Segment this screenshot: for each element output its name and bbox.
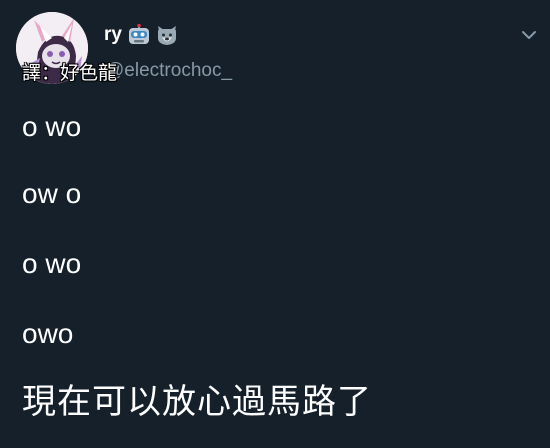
robot-face-icon [128, 24, 150, 46]
chevron-down-icon[interactable] [518, 24, 540, 46]
tweet-card: ry 譯：好色龍 @electrochoc_ o wo ow o o wo ow… [0, 0, 550, 448]
display-name[interactable]: ry [104, 24, 122, 46]
author-handle[interactable]: @electrochoc_ [105, 60, 232, 82]
tweet-line: o wo [22, 111, 82, 142]
handle-row: 譯：好色龍 @electrochoc_ [22, 56, 232, 86]
wolf-face-icon [156, 24, 178, 46]
translator-label: 譯：好色龍 [22, 62, 118, 84]
tweet-line: ow o [22, 178, 82, 209]
tweet-line: 現在可以放心過馬路了 [22, 383, 372, 421]
author-name-row[interactable]: ry [104, 22, 178, 48]
tweet-line: owo [22, 318, 74, 349]
tweet-line: o wo [22, 248, 82, 279]
